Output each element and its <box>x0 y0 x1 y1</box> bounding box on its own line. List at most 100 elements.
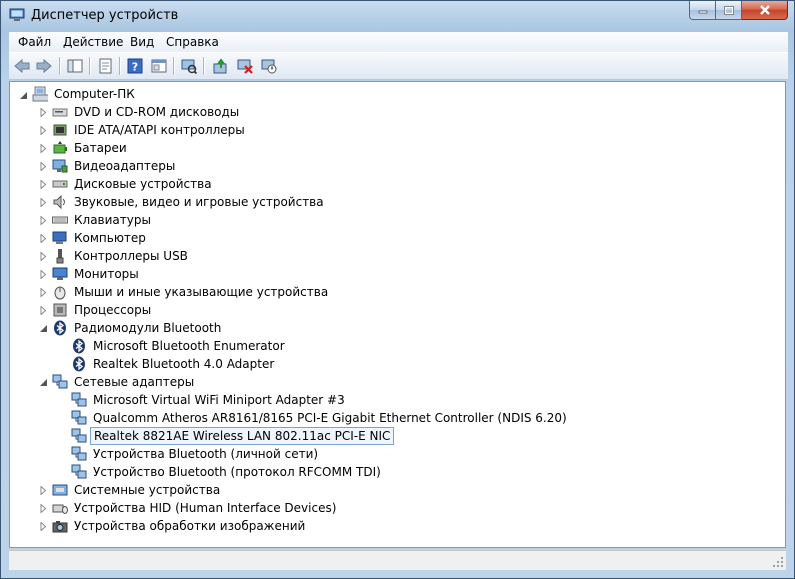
back-icon <box>14 58 30 74</box>
expand-arrow-icon[interactable] <box>39 144 48 153</box>
tree-device-label: Microsoft Bluetooth Enumerator <box>93 339 285 353</box>
tree-category[interactable]: Процессоры <box>52 301 154 319</box>
tree-category[interactable]: DVD и CD-ROM дисководы <box>52 103 242 121</box>
caption-buttons <box>689 1 788 21</box>
disable-button[interactable] <box>259 56 279 76</box>
expand-arrow-icon[interactable] <box>39 162 48 171</box>
scan-hardware-button[interactable] <box>179 56 199 76</box>
tree-category[interactable]: Мониторы <box>52 265 142 283</box>
expand-arrow-icon[interactable] <box>39 522 48 531</box>
properties-button[interactable] <box>95 56 115 76</box>
tree-category[interactable]: Устройства обработки изображений <box>52 517 308 535</box>
maximize-button[interactable] <box>716 1 742 20</box>
uninstall-button[interactable] <box>235 56 255 76</box>
help-icon: ? <box>127 58 143 74</box>
expand-arrow-icon[interactable] <box>39 216 48 225</box>
network-adapter-icon <box>71 392 87 408</box>
tree-category[interactable]: Контроллеры USB <box>52 247 191 265</box>
collapse-arrow-icon[interactable] <box>39 378 48 387</box>
close-button[interactable] <box>742 1 788 20</box>
tree-device[interactable]: Microsoft Virtual WiFi Miniport Adapter … <box>71 391 348 409</box>
update-driver-button[interactable] <box>211 56 231 76</box>
collapse-arrow-icon[interactable] <box>39 324 48 333</box>
tree-category-label: Радиомодули Bluetooth <box>74 321 222 335</box>
expand-arrow-icon[interactable] <box>39 234 48 243</box>
ide-controller-icon <box>52 122 68 138</box>
network-adapter-icon <box>71 446 87 462</box>
toolbar-separator <box>203 57 205 75</box>
tree-category-label: Компьютер <box>74 231 146 245</box>
forward-button[interactable] <box>34 56 54 76</box>
maximize-icon <box>723 5 734 15</box>
menu-help[interactable]: Справка <box>166 35 219 49</box>
tree-root[interactable]: Computer-ПК <box>32 85 138 103</box>
view-icon <box>151 59 167 73</box>
tree-device[interactable]: Устройства Bluetooth (личной сети) <box>71 445 321 463</box>
expand-arrow-icon[interactable] <box>39 270 48 279</box>
forward-icon <box>36 58 52 74</box>
hid-icon <box>52 500 68 516</box>
window-title: Диспетчер устройств <box>31 8 179 23</box>
tree-category-label: Системные устройства <box>74 483 221 497</box>
tree-category[interactable]: Клавиатуры <box>52 211 154 229</box>
expand-arrow-icon[interactable] <box>39 198 48 207</box>
view-button[interactable] <box>149 56 169 76</box>
show-hide-tree-icon <box>67 59 83 73</box>
minimize-button[interactable] <box>689 1 716 20</box>
tree-device-label: Microsoft Virtual WiFi Miniport Adapter … <box>93 393 345 407</box>
expand-arrow-icon[interactable] <box>39 288 48 297</box>
expand-arrow-icon[interactable] <box>39 108 48 117</box>
tree-category[interactable]: Дисковые устройства <box>52 175 215 193</box>
tree-category[interactable]: Системные устройства <box>52 481 223 499</box>
tree-device[interactable]: Microsoft Bluetooth Enumerator <box>71 337 288 355</box>
disk-drive-icon <box>52 176 68 192</box>
tree-root-label: Computer-ПК <box>54 87 135 101</box>
help-button[interactable]: ? <box>125 56 145 76</box>
tree-category-label: Дисковые устройства <box>74 177 212 191</box>
resize-grip-icon[interactable] <box>772 556 784 568</box>
tree-category[interactable]: Устройства HID (Human Interface Devices) <box>52 499 339 517</box>
tree-category-label: DVD и CD-ROM дисководы <box>74 105 240 119</box>
back-button[interactable] <box>12 56 32 76</box>
tree-category[interactable]: Радиомодули Bluetooth <box>52 319 224 337</box>
tree-device[interactable]: Qualcomm Atheros AR8161/8165 PCI-E Gigab… <box>71 409 570 427</box>
menu-view[interactable]: Вид <box>130 35 154 49</box>
expand-arrow-icon[interactable] <box>39 306 48 315</box>
title-bar[interactable]: Диспетчер устройств <box>1 1 794 31</box>
tree-category[interactable]: Видеоадаптеры <box>52 157 178 175</box>
sound-icon <box>52 194 68 210</box>
update-driver-icon <box>213 58 227 74</box>
tree-category[interactable]: Сетевые адаптеры <box>52 373 197 391</box>
menu-action[interactable]: Действие <box>63 35 123 49</box>
expand-arrow-icon[interactable] <box>39 504 48 513</box>
minimize-icon <box>698 10 707 14</box>
dvd-drive-icon <box>52 104 68 120</box>
tree-category[interactable]: Компьютер <box>52 229 149 247</box>
tree-category[interactable]: Батареи <box>52 139 130 157</box>
tree-device[interactable]: Realtek Bluetooth 4.0 Adapter <box>71 355 277 373</box>
device-tree[interactable]: Computer-ПК DVD и CD-ROM дисководы IDE AT… <box>9 81 786 548</box>
usb-icon <box>52 248 68 264</box>
tree-category-label: Устройства обработки изображений <box>74 519 306 533</box>
monitor-icon <box>52 266 68 282</box>
expand-arrow-icon[interactable] <box>39 486 48 495</box>
expand-arrow-icon[interactable] <box>39 180 48 189</box>
toolbar-separator <box>59 57 61 75</box>
status-bar <box>9 550 786 570</box>
tree-category[interactable]: Мыши и иные указывающие устройства <box>52 283 331 301</box>
tree-device[interactable]: Устройство Bluetooth (протокол RFCOMM TD… <box>71 463 384 481</box>
device-manager-window: Диспетчер устройств Файл Действие Вид Сп… <box>0 0 795 579</box>
tree-device[interactable]: Realtek 8821AE Wireless LAN 802.11ac PCI… <box>71 427 395 445</box>
tree-category[interactable]: IDE ATA/ATAPI контроллеры <box>52 121 248 139</box>
expand-arrow-icon[interactable] <box>39 252 48 261</box>
show-hide-tree-button[interactable] <box>65 56 85 76</box>
menu-file[interactable]: Файл <box>18 35 51 49</box>
expand-arrow-icon[interactable] <box>39 126 48 135</box>
network-adapter-icon <box>71 464 87 480</box>
tree-category-label: Видеоадаптеры <box>74 159 176 173</box>
network-adapter-icon <box>71 428 87 444</box>
svg-text:?: ? <box>132 61 138 74</box>
collapse-arrow-icon[interactable] <box>19 91 28 100</box>
tree-category-label: Мыши и иные указывающие устройства <box>74 285 329 299</box>
tree-category[interactable]: Звуковые, видео и игровые устройства <box>52 193 327 211</box>
